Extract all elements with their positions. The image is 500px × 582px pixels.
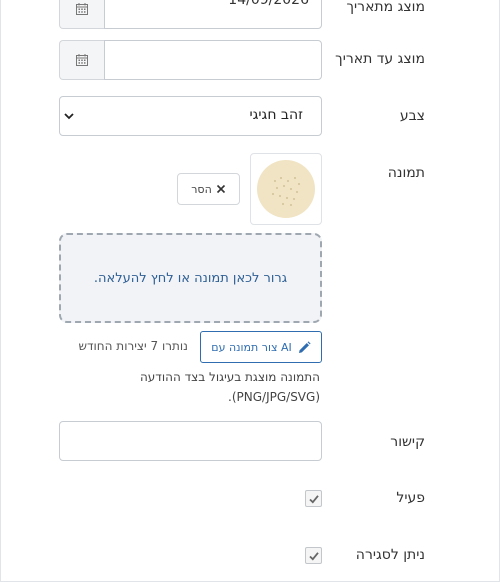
display-until-label: מוצג עד תאריך — [335, 51, 425, 67]
image-dropzone[interactable]: גרור לכאן תמונה או לחץ להעלאה. — [59, 233, 322, 323]
closable-checkbox[interactable] — [305, 547, 322, 564]
display-from-label: מוצג מתאריך — [346, 0, 425, 15]
image-label: תמונה — [387, 165, 425, 181]
image-preview — [257, 160, 315, 218]
display-until-input[interactable] — [104, 40, 322, 80]
color-select[interactable]: זהב חגיגי — [59, 96, 322, 136]
generate-ai-image-button[interactable]: צור תמונה עם AI — [200, 331, 322, 363]
display-until-calendar-button[interactable] — [59, 40, 104, 80]
ai-button-label: צור תמונה עם AI — [211, 340, 292, 354]
remove-image-button[interactable]: הסר — [177, 173, 240, 205]
link-label: קישור — [390, 434, 425, 450]
remove-image-label: הסר — [191, 182, 212, 196]
display-from-date-group: 14/09/2026 — [59, 0, 322, 29]
display-from-input[interactable]: 14/09/2026 — [104, 0, 322, 29]
chevron-down-icon — [64, 113, 74, 120]
active-label: פעיל — [396, 490, 425, 506]
color-select-value: זהב חגיגי — [249, 107, 303, 123]
pencil-icon — [298, 340, 311, 353]
form-panel: מוצג מתאריך 14/09/2026 מוצג עד תאריך צבע… — [0, 0, 500, 582]
check-icon — [308, 494, 319, 504]
dropzone-text: גרור לכאן תמונה או לחץ להעלאה. — [93, 270, 288, 286]
image-help-text: התמונה מוצגת בעיגול בצד ההודעה (PNG/JPG/… — [139, 370, 320, 404]
link-input[interactable] — [59, 421, 322, 461]
color-label: צבע — [399, 108, 425, 124]
ai-quota-text: נותרו 7 יצירות החודש — [78, 339, 188, 353]
active-checkbox[interactable] — [305, 490, 322, 507]
image-thumbnail — [250, 153, 322, 225]
calendar-icon — [76, 3, 88, 15]
close-icon — [216, 184, 225, 194]
display-until-date-group — [59, 40, 322, 80]
calendar-icon — [76, 54, 88, 66]
closable-label: ניתן לסגירה — [355, 547, 425, 563]
display-from-calendar-button[interactable] — [59, 0, 104, 29]
